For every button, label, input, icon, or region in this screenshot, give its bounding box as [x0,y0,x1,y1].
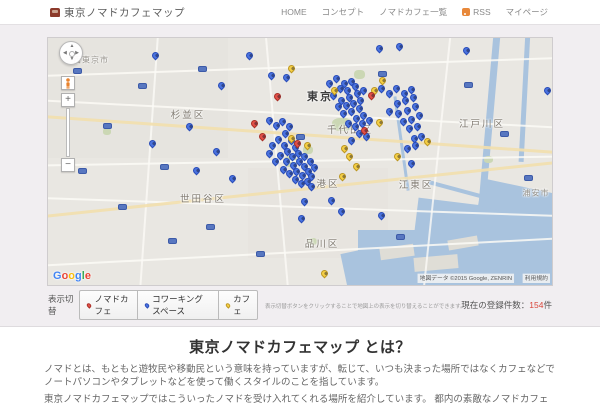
site-logo[interactable]: 東京ノマドカフェマップ [50,5,185,20]
route-shield-icon [198,66,207,72]
map-area-label: 江東区 [398,180,434,191]
google-map[interactable]: 西東京市 杉並区 世田谷区 東京 千代田区 港区 品川区 江東区 江戸川区 浦安市 ▲ ▼ ◀ ▶… [47,37,553,286]
filter-nomad-cafe-button[interactable]: ノマドカフェ [79,290,138,320]
park-west [103,128,111,135]
about-paragraph-2: 東京ノマドカフェマップではこういったノマドを受け入れてくれる場所を紹介しています… [44,394,549,406]
map-zoom-out-button[interactable]: − [61,158,75,172]
pan-up-icon[interactable]: ▲ [70,44,75,49]
main-nav: HOME コンセプト ノマドカフェ一覧 RSS マイページ [281,6,548,18]
about-paragraph-1: ノマドとは、もともと遊牧民や移動民という意味を持っていますが、転じて、いつも決ま… [44,364,555,388]
google-logo[interactable]: Google [53,270,91,282]
blue-pin-icon [143,301,151,309]
about-section: 東京ノマドカフェマップ とは？ ノマドとは、もともと遊牧民や移動民という意味を持… [0,327,600,406]
count-number: 154 [529,300,544,310]
map-pan-control[interactable]: ▲ ▼ ◀ ▶ [59,41,83,65]
route-shield-icon [256,251,265,257]
route-shield-icon [73,68,82,74]
park-ueno [354,70,365,79]
map-zoom-slider[interactable] [66,108,70,157]
map-section: 西東京市 杉並区 世田谷区 東京 千代田区 港区 品川区 江東区 江戸川区 浦安市 ▲ ▼ ◀ ▶… [0,25,600,327]
yellow-pin-icon [224,301,232,309]
route-shield-icon [103,123,112,129]
nav-mypage[interactable]: マイページ [506,6,548,18]
site-logo-icon [50,7,60,17]
filter-button-group: ノマドカフェ コワーキングスペース カフェ [79,290,259,320]
red-pin-icon [86,301,93,309]
pan-down-icon[interactable]: ▼ [70,57,75,62]
about-heading: 東京ノマドカフェマップ とは？ [189,339,411,356]
filter-coworking-button[interactable]: コワーキングスペース [137,290,220,320]
toolbar-help-text: 表示切替ボタンをクリックすることで地図上の表示を切り替えることができます。 [265,303,466,310]
filter-cafe-button[interactable]: カフェ [219,290,259,320]
rss-icon [462,8,471,16]
map-terms-link[interactable]: 利用規約 [522,273,550,283]
route-shield-icon [118,204,127,210]
nav-home[interactable]: HOME [281,7,307,17]
canal [428,180,488,200]
nav-cafe-list[interactable]: ノマドカフェ一覧 [379,6,447,18]
route-shield-icon [168,238,177,244]
map-area-label: 杉並区 [170,110,206,121]
route-shield-icon [396,234,405,240]
nav-rss[interactable]: RSS [462,7,491,17]
route-shield-icon [160,164,169,170]
route-shield-icon [524,175,533,181]
nav-concept[interactable]: コンセプト [322,6,365,18]
registration-count: 現在の登録件数：154件 [461,300,552,310]
map-area-label: 浦安市 [522,188,550,198]
map-attribution: 地図データ ©2015 Google, ZENRIN [417,273,514,283]
map-area-label: 世田谷区 [179,194,227,205]
route-shield-icon [78,168,87,174]
display-switch-label: 表示切替 [48,294,74,316]
route-shield-icon [500,131,509,137]
route-shield-icon [206,224,215,230]
route-shield-icon [464,82,473,88]
map-area-label: 江戸川区 [458,119,506,130]
map-zoom-in-button[interactable]: + [61,93,75,107]
site-header: 東京ノマドカフェマップ HOME コンセプト ノマドカフェ一覧 RSS マイペー… [0,0,600,25]
route-shield-icon [138,83,147,89]
display-toolbar: 表示切替 ノマドカフェ コワーキングスペース カフェ 表示切替ボタンをクリックす… [48,290,552,320]
pan-right-icon[interactable]: ▶ [75,50,79,56]
street-view-pegman[interactable] [61,76,75,90]
map-area-label: 品川区 [304,239,340,250]
map-area-label: 港区 [316,179,340,190]
site-title: 東京ノマドカフェマップ [64,6,185,19]
pan-left-icon[interactable]: ◀ [63,50,67,56]
river-edogawa [518,38,531,163]
